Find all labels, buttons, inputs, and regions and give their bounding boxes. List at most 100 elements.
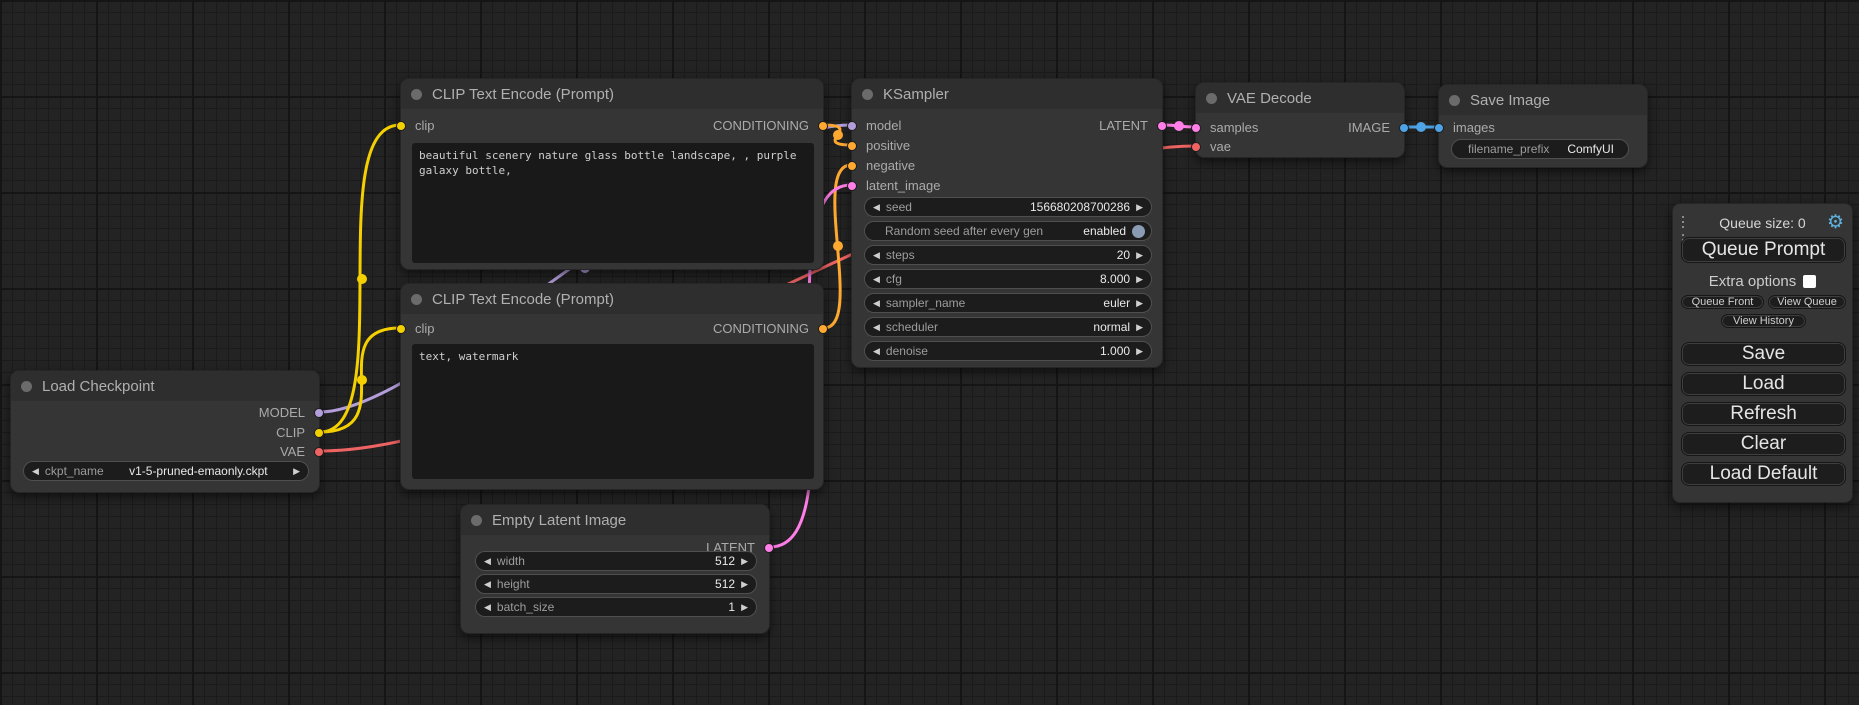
widget-label: height bbox=[497, 577, 530, 591]
widget-denoise[interactable]: ◀ denoise 1.000 ▶ bbox=[864, 341, 1152, 361]
save-button[interactable]: Save bbox=[1681, 342, 1846, 366]
arrow-right-icon[interactable]: ▶ bbox=[1136, 275, 1143, 284]
view-history-button[interactable]: View History bbox=[1721, 314, 1806, 328]
input-dot-latent-image[interactable] bbox=[847, 181, 857, 191]
arrow-left-icon[interactable]: ◀ bbox=[873, 323, 880, 332]
output-dot-latent[interactable] bbox=[764, 543, 774, 553]
output-dot-image[interactable] bbox=[1399, 123, 1409, 133]
collapse-dot-icon[interactable] bbox=[21, 381, 32, 392]
link-midpoint-dot bbox=[1174, 121, 1184, 131]
arrow-left-icon[interactable]: ◀ bbox=[873, 275, 880, 284]
clear-button[interactable]: Clear bbox=[1681, 432, 1846, 456]
collapse-dot-icon[interactable] bbox=[471, 515, 482, 526]
input-label: clip bbox=[415, 321, 435, 337]
input-dot-images[interactable] bbox=[1434, 123, 1444, 133]
queue-panel: Queue size: 0 ⚙ Queue Prompt Extra optio… bbox=[1672, 203, 1853, 503]
node-ksampler[interactable]: KSampler model positive negative latent_… bbox=[851, 78, 1163, 368]
arrow-right-icon[interactable]: ▶ bbox=[1136, 203, 1143, 212]
arrow-left-icon[interactable]: ◀ bbox=[873, 299, 880, 308]
node-clip-text-encode-negative[interactable]: CLIP Text Encode (Prompt) clip CONDITION… bbox=[400, 283, 824, 490]
output-dot-latent[interactable] bbox=[1157, 121, 1167, 131]
arrow-right-icon[interactable]: ▶ bbox=[741, 557, 748, 566]
widget-cfg[interactable]: ◀ cfg 8.000 ▶ bbox=[864, 269, 1152, 289]
queue-prompt-button[interactable]: Queue Prompt bbox=[1681, 237, 1846, 263]
output-label: VAE bbox=[280, 444, 305, 460]
node-title-bar[interactable]: VAE Decode bbox=[1196, 83, 1404, 113]
collapse-dot-icon[interactable] bbox=[862, 89, 873, 100]
arrow-right-icon[interactable]: ▶ bbox=[1136, 251, 1143, 260]
arrow-right-icon[interactable]: ▶ bbox=[1136, 299, 1143, 308]
input-dot-clip[interactable] bbox=[396, 324, 406, 334]
arrow-right-icon[interactable]: ▶ bbox=[741, 580, 748, 589]
load-default-button[interactable]: Load Default bbox=[1681, 462, 1846, 486]
widget-height[interactable]: ◀ height 512 ▶ bbox=[475, 574, 757, 594]
input-dot-samples[interactable] bbox=[1191, 123, 1201, 133]
extra-options-checkbox[interactable] bbox=[1803, 275, 1816, 288]
widget-batch-size[interactable]: ◀ batch_size 1 ▶ bbox=[475, 597, 757, 617]
output-dot-clip[interactable] bbox=[314, 428, 324, 438]
arrow-left-icon[interactable]: ◀ bbox=[873, 203, 880, 212]
node-title-bar[interactable]: CLIP Text Encode (Prompt) bbox=[401, 79, 823, 109]
widget-sampler-name[interactable]: ◀ sampler_name euler ▶ bbox=[864, 293, 1152, 313]
widget-ckpt-name[interactable]: ◀ ckpt_name v1-5-pruned-emaonly.ckpt ▶ bbox=[23, 461, 309, 481]
input-dot-positive[interactable] bbox=[847, 141, 857, 151]
node-title: KSampler bbox=[883, 86, 949, 103]
collapse-dot-icon[interactable] bbox=[411, 89, 422, 100]
input-dot-vae[interactable] bbox=[1191, 142, 1201, 152]
node-clip-text-encode-positive[interactable]: CLIP Text Encode (Prompt) clip CONDITION… bbox=[400, 78, 824, 270]
input-dot-clip[interactable] bbox=[396, 121, 406, 131]
arrow-left-icon[interactable]: ◀ bbox=[484, 580, 491, 589]
extra-options-row: Extra options bbox=[1673, 273, 1852, 290]
collapse-dot-icon[interactable] bbox=[1206, 93, 1217, 104]
arrow-right-icon[interactable]: ▶ bbox=[1136, 323, 1143, 332]
output-dot-vae[interactable] bbox=[314, 447, 324, 457]
widget-value: 20 bbox=[1117, 248, 1130, 262]
widget-seed[interactable]: ◀ seed 156680208700286 ▶ bbox=[864, 197, 1152, 217]
arrow-left-icon[interactable]: ◀ bbox=[484, 557, 491, 566]
arrow-right-icon[interactable]: ▶ bbox=[293, 467, 300, 476]
node-title: VAE Decode bbox=[1227, 90, 1312, 107]
input-dot-model[interactable] bbox=[847, 121, 857, 131]
queue-front-button[interactable]: Queue Front bbox=[1681, 295, 1764, 309]
node-empty-latent-image[interactable]: Empty Latent Image LATENT ◀ width 512 ▶ … bbox=[460, 504, 770, 634]
output-label: CONDITIONING bbox=[713, 118, 809, 134]
prompt-textarea[interactable]: beautiful scenery nature glass bottle la… bbox=[412, 143, 814, 263]
node-title-bar[interactable]: Empty Latent Image bbox=[461, 505, 769, 535]
output-label: CONDITIONING bbox=[713, 321, 809, 337]
node-title: Empty Latent Image bbox=[492, 512, 626, 529]
prompt-textarea[interactable]: text, watermark bbox=[412, 344, 814, 479]
link-midpoint-dot bbox=[357, 274, 367, 284]
comfyui-canvas[interactable]: { "icons": { "arrow_left": "◀", "arrow_r… bbox=[0, 0, 1859, 705]
widget-scheduler[interactable]: ◀ scheduler normal ▶ bbox=[864, 317, 1152, 337]
widget-random-seed-toggle[interactable]: Random seed after every gen enabled bbox=[864, 221, 1152, 241]
node-title-bar[interactable]: Save Image bbox=[1439, 85, 1647, 115]
arrow-left-icon[interactable]: ◀ bbox=[32, 467, 39, 476]
widget-label: batch_size bbox=[497, 600, 554, 614]
arrow-right-icon[interactable]: ▶ bbox=[741, 603, 748, 612]
arrow-right-icon[interactable]: ▶ bbox=[1136, 347, 1143, 356]
output-dot-model[interactable] bbox=[314, 408, 324, 418]
arrow-left-icon[interactable]: ◀ bbox=[484, 603, 491, 612]
node-title-bar[interactable]: CLIP Text Encode (Prompt) bbox=[401, 284, 823, 314]
widget-steps[interactable]: ◀ steps 20 ▶ bbox=[864, 245, 1152, 265]
node-vae-decode[interactable]: VAE Decode samples vae IMAGE bbox=[1195, 82, 1405, 158]
widget-filename-prefix[interactable]: filename_prefix ComfyUI bbox=[1451, 139, 1629, 159]
node-title-bar[interactable]: Load Checkpoint bbox=[11, 371, 319, 401]
collapse-dot-icon[interactable] bbox=[411, 294, 422, 305]
load-button[interactable]: Load bbox=[1681, 372, 1846, 396]
arrow-left-icon[interactable]: ◀ bbox=[873, 347, 880, 356]
refresh-button[interactable]: Refresh bbox=[1681, 402, 1846, 426]
arrow-left-icon[interactable]: ◀ bbox=[873, 251, 880, 260]
node-save-image[interactable]: Save Image images filename_prefix ComfyU… bbox=[1438, 84, 1648, 168]
collapse-dot-icon[interactable] bbox=[1449, 95, 1460, 106]
view-queue-button[interactable]: View Queue bbox=[1768, 295, 1846, 309]
widget-label: denoise bbox=[886, 344, 928, 358]
toggle-dot-icon[interactable] bbox=[1132, 225, 1145, 238]
output-dot-conditioning[interactable] bbox=[818, 324, 828, 334]
output-dot-conditioning[interactable] bbox=[818, 121, 828, 131]
node-title-bar[interactable]: KSampler bbox=[852, 79, 1162, 109]
widget-width[interactable]: ◀ width 512 ▶ bbox=[475, 551, 757, 571]
node-load-checkpoint[interactable]: Load Checkpoint MODEL CLIP VAE ◀ ckpt_na… bbox=[10, 370, 320, 493]
gear-icon[interactable]: ⚙ bbox=[1827, 213, 1844, 232]
input-dot-negative[interactable] bbox=[847, 161, 857, 171]
